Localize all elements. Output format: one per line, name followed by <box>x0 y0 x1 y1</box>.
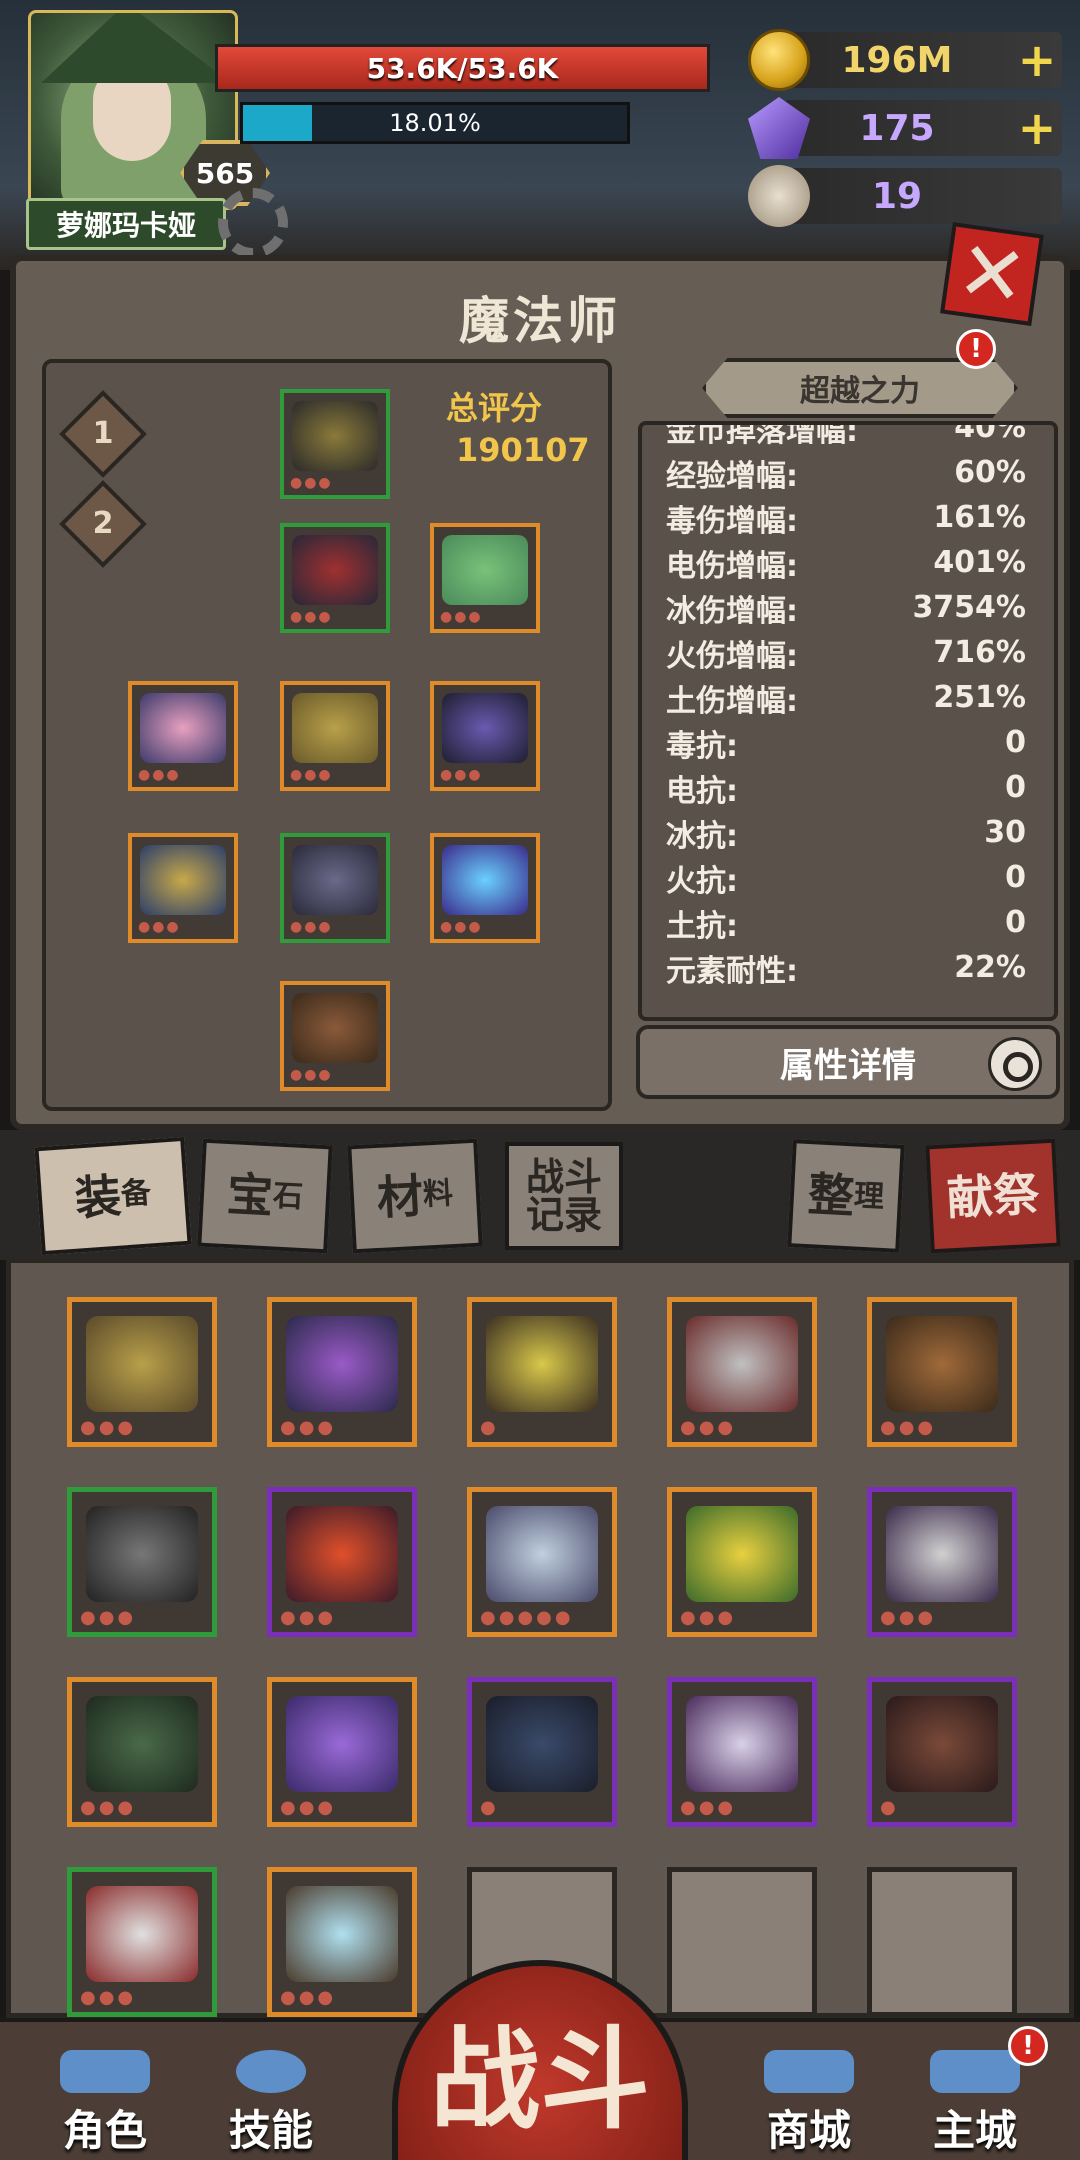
inventory-tabs: 装备 宝石 材料 战斗 记录 整理 献祭 <box>0 1130 1080 1260</box>
gear-icon[interactable] <box>218 188 288 258</box>
nav-shop[interactable]: 商城 <box>744 2050 874 2158</box>
equip-slot-armor[interactable]: ●●● <box>280 523 390 633</box>
inventory-empty-slot[interactable] <box>867 1867 1017 2017</box>
nav-character[interactable]: 角色 <box>40 2050 170 2158</box>
stat-row: 元素耐性: 22% <box>666 950 1026 989</box>
inventory-item[interactable]: ●●● <box>867 1487 1017 1637</box>
nav-main-city[interactable]: 主城 <box>910 2050 1040 2158</box>
sort-button[interactable]: 整理 <box>787 1139 905 1253</box>
character-panel: 魔法师 1 2 总评分 190107 ●●● ●●● ●●● ●●● ●●● ●… <box>10 255 1070 1130</box>
coin-icon <box>748 29 810 91</box>
main-city-alert-badge: ! <box>1008 2026 1048 2066</box>
close-button[interactable]: ✕ <box>940 222 1044 326</box>
equip-slot-weapon[interactable]: ●●● <box>128 833 238 943</box>
inventory-item[interactable]: ●●● <box>67 1487 217 1637</box>
stat-row: 毒抗: 0 <box>666 725 1026 764</box>
inventory-item[interactable]: ● <box>467 1677 617 1827</box>
ram-skull-icon <box>748 165 810 227</box>
character-icon <box>60 2050 150 2093</box>
equip-set-tab-1[interactable]: 1 <box>59 390 147 478</box>
tab-battle-log[interactable]: 战斗 记录 <box>505 1142 623 1250</box>
inventory-item[interactable]: ●●● <box>267 1867 417 2017</box>
attribute-details-label: 属性详情 <box>780 1045 916 1086</box>
stat-row: 冰伤增幅: 3754% <box>666 590 1026 629</box>
inventory-item[interactable]: ●●● <box>67 1677 217 1827</box>
stat-row: 毒伤增幅: 161% <box>666 500 1026 539</box>
add-gem-button[interactable]: + <box>1012 101 1062 155</box>
attribute-details-button[interactable]: 属性详情 <box>636 1025 1060 1099</box>
stat-row: 土伤增幅: 251% <box>666 680 1026 719</box>
stat-row: 经验增幅: 60% <box>666 455 1026 494</box>
gem-icon <box>748 97 810 159</box>
gem-value: 175 <box>859 107 935 149</box>
equipment-box: 1 2 总评分 190107 ●●● ●●● ●●● ●●● ●●● ●●● ●… <box>42 359 612 1111</box>
ram-value: 19 <box>871 175 923 217</box>
total-score-value: 190107 <box>456 431 590 469</box>
equip-slot-offhand[interactable]: ●●● <box>430 833 540 943</box>
hp-bar: 53.6K/53.6K <box>215 44 710 92</box>
stat-row: 电抗: 0 <box>666 770 1026 809</box>
inventory-item[interactable]: ●●● <box>667 1677 817 1827</box>
inventory-item[interactable]: ●●● <box>67 1297 217 1447</box>
inventory-item[interactable]: ●●● <box>67 1867 217 2017</box>
stat-row: 冰抗: 30 <box>666 815 1026 854</box>
equip-slot-ring-left[interactable]: ●●● <box>128 681 238 791</box>
stat-row: 电伤增幅: 401% <box>666 545 1026 584</box>
inventory-item[interactable]: ●●● <box>267 1487 417 1637</box>
gold-currency: 196M + <box>748 29 1062 91</box>
inventory-item[interactable]: ●●● <box>867 1297 1017 1447</box>
stat-row: 火抗: 0 <box>666 860 1026 899</box>
stat-row: 火伤增幅: 716% <box>666 635 1026 674</box>
equip-slot-belt[interactable]: ●●● <box>280 681 390 791</box>
equip-slot-helmet[interactable]: ●●● <box>280 389 390 499</box>
equip-slot-gloves[interactable]: ●●● <box>280 833 390 943</box>
battle-button[interactable]: 战斗 <box>392 1960 688 2160</box>
inventory-item[interactable]: ●●● <box>267 1297 417 1447</box>
equip-set-tab-2[interactable]: 2 <box>59 480 147 568</box>
shop-icon <box>764 2050 854 2093</box>
inventory-item[interactable]: ●●● <box>667 1487 817 1637</box>
stat-row: 土抗: 0 <box>666 905 1026 944</box>
ram-currency: 19 <box>748 165 1062 227</box>
inventory-grid: ●●● ●●● ● ●●● ●●● ●●● ●●● ●●●●● ●●● ●●● … <box>6 1258 1074 2018</box>
equip-slot-amulet[interactable]: ●●● <box>430 523 540 633</box>
inventory-item[interactable]: ●●●●● <box>467 1487 617 1637</box>
stats-list[interactable]: 金币掉落增幅: 40% 经验增幅: 60% 毒伤增幅: 161% 电伤增幅: 401% … <box>638 421 1058 1021</box>
inventory-item[interactable]: ●●● <box>667 1297 817 1447</box>
inventory-empty-slot[interactable] <box>667 1867 817 2017</box>
nav-skills[interactable]: 技能 <box>206 2050 336 2158</box>
class-title: 魔法师 <box>459 292 621 350</box>
castle-icon <box>930 2050 1020 2093</box>
top-hud: 565 萝娜玛卡娅 53.6K/53.6K 18.01% 196M + 175 … <box>0 0 1080 270</box>
transcend-alert-badge: ! <box>956 329 996 369</box>
gem-currency: 175 + <box>748 97 1062 159</box>
equip-slot-ring-right[interactable]: ●●● <box>430 681 540 791</box>
xp-bar: 18.01% <box>240 102 630 144</box>
tab-materials[interactable]: 材料 <box>347 1138 483 1254</box>
tab-equipment[interactable]: 装备 <box>34 1136 192 1256</box>
total-score-label: 总评分 <box>446 389 543 427</box>
gold-value: 196M <box>841 39 953 81</box>
inventory-item[interactable]: ● <box>867 1677 1017 1827</box>
tab-gems[interactable]: 宝石 <box>197 1138 333 1254</box>
hp-text: 53.6K/53.6K <box>366 51 559 85</box>
add-gold-button[interactable]: + <box>1012 33 1062 87</box>
player-name: 萝娜玛卡娅 <box>26 198 226 250</box>
magnifier-icon <box>988 1037 1042 1091</box>
equip-slot-boots[interactable]: ●●● <box>280 981 390 1091</box>
inventory-item[interactable]: ●●● <box>267 1677 417 1827</box>
inventory-item[interactable]: ● <box>467 1297 617 1447</box>
sacrifice-button[interactable]: 献祭 <box>925 1138 1061 1254</box>
stat-row: 金币掉落增幅: 40% <box>666 421 1026 449</box>
skills-icon <box>236 2050 306 2093</box>
xp-text: 18.01% <box>389 109 481 137</box>
